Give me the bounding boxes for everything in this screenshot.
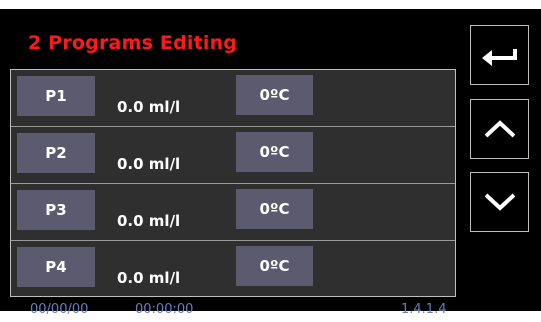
scroll-down-button[interactable] (470, 172, 529, 232)
temperature-button-p4[interactable]: 0ºC (236, 246, 313, 286)
temperature-button-p3[interactable]: 0ºC (236, 189, 313, 229)
list-item: P3 0.0 ml/l 0ºC (11, 184, 455, 241)
programs-list: P1 0.0 ml/l 0ºC P2 0.0 ml/l 0ºC P3 0.0 m… (10, 69, 456, 297)
status-date: 00/00/00 (30, 302, 89, 317)
list-item: P1 0.0 ml/l 0ºC (11, 70, 455, 127)
chevron-down-icon (484, 193, 515, 211)
top-margin (0, 0, 541, 9)
program-button-p2[interactable]: P2 (17, 133, 95, 173)
temperature-button-p2[interactable]: 0ºC (236, 132, 313, 172)
program-volume: 0.0 ml/l (117, 98, 181, 116)
device-screen: 2 Programs Editing P1 0.0 ml/l 0ºC P2 0.… (0, 11, 541, 317)
program-button-p4[interactable]: P4 (17, 247, 95, 287)
scroll-up-button[interactable] (470, 99, 529, 159)
temperature-button-p1[interactable]: 0ºC (236, 75, 313, 115)
back-button[interactable] (470, 25, 529, 85)
page-title: 2 Programs Editing (28, 32, 238, 54)
list-item: P4 0.0 ml/l 0ºC (11, 241, 455, 298)
program-volume: 0.0 ml/l (117, 212, 181, 230)
back-arrow-icon (481, 49, 517, 66)
firmware-version: 1.4.1.4 (401, 302, 447, 317)
list-item: P2 0.0 ml/l 0ºC (11, 127, 455, 184)
status-time: 00:00:00 (135, 302, 194, 317)
program-button-p1[interactable]: P1 (17, 76, 95, 116)
program-volume: 0.0 ml/l (117, 155, 181, 173)
chevron-up-icon (484, 120, 515, 138)
program-volume: 0.0 ml/l (117, 269, 181, 287)
program-button-p3[interactable]: P3 (17, 190, 95, 230)
